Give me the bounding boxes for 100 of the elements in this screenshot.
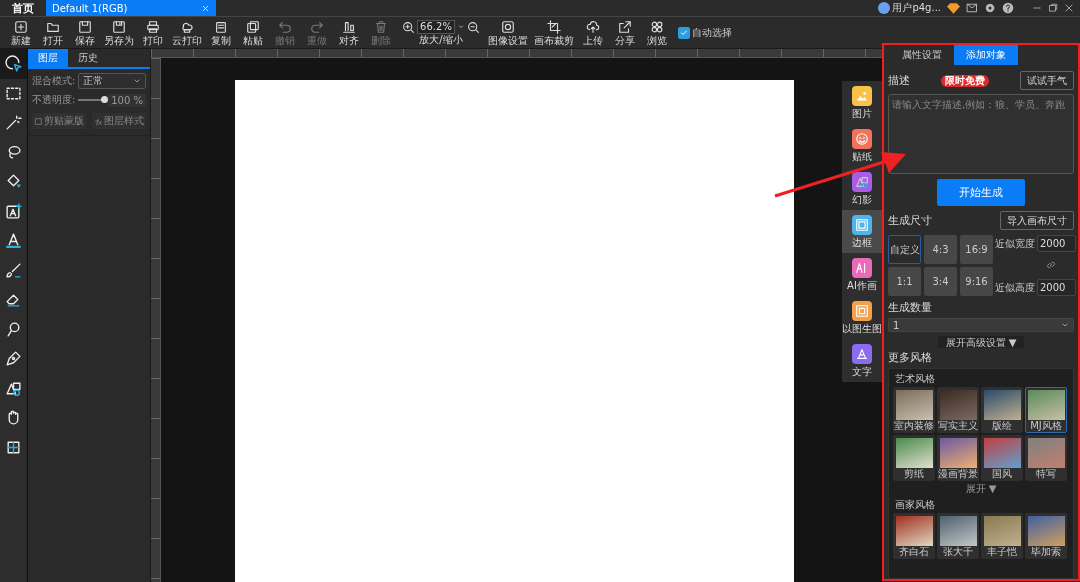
ratio-option[interactable]: 16:9	[960, 235, 993, 264]
style-option[interactable]: 毕加索	[1025, 513, 1067, 559]
generate-button[interactable]: 开始生成	[937, 179, 1025, 206]
style-option[interactable]: 漫画背景	[937, 435, 979, 481]
redo-icon	[310, 19, 324, 34]
zoom-out-icon[interactable]	[467, 20, 480, 34]
tool-button[interactable]	[0, 49, 27, 79]
paste-icon	[246, 19, 260, 34]
panel-tab[interactable]: 属性设置	[890, 45, 954, 65]
chevron-down-icon	[133, 77, 141, 85]
toolbar-button[interactable]: 云打印	[170, 19, 204, 46]
style-option[interactable]: 特写	[1025, 435, 1067, 481]
style-option[interactable]: 丰子恺	[981, 513, 1023, 559]
insert-item[interactable]: 贴纸	[842, 124, 882, 167]
count-label: 生成数量	[888, 300, 933, 315]
ratio-option[interactable]: 4:3	[924, 235, 957, 264]
close-icon[interactable]	[1064, 3, 1074, 13]
toolbar-button[interactable]: 打开	[38, 19, 68, 46]
style-option[interactable]: 张大千	[937, 513, 979, 559]
panel-tab[interactable]: 历史	[68, 49, 108, 67]
photo-placeholder	[1027, 516, 1065, 546]
height-field[interactable]: 2000	[1037, 279, 1076, 296]
zoom-field[interactable]: 66.2%	[417, 20, 455, 34]
style-option[interactable]: MJ风格	[1025, 387, 1067, 433]
import-size-button[interactable]: 导入画布尺寸	[1000, 211, 1074, 230]
mail-icon[interactable]	[966, 2, 978, 14]
photo-placeholder	[1027, 438, 1065, 468]
zoom-in-icon[interactable]	[402, 20, 415, 34]
toolbar-button[interactable]: 粘贴	[238, 19, 268, 46]
blend-mode-label: 混合模式:	[32, 74, 76, 88]
insert-item[interactable]: AI作画	[842, 253, 882, 296]
style-option[interactable]: 版绘	[981, 387, 1023, 433]
opacity-label: 不透明度:	[32, 93, 76, 107]
user-name[interactable]: 用户p4g...	[892, 1, 941, 15]
slider-thumb[interactable]	[101, 96, 109, 103]
photo-placeholder	[983, 516, 1021, 546]
width-field[interactable]: 2000	[1037, 235, 1076, 252]
ratio-option[interactable]: 1:1	[888, 267, 921, 296]
blend-mode-dropdown[interactable]: 正常	[78, 73, 146, 89]
diamond-icon[interactable]	[947, 2, 960, 14]
crop-icon	[547, 19, 561, 34]
photo-placeholder	[983, 438, 1021, 468]
avatar-icon[interactable]	[878, 2, 891, 14]
toolbar-button[interactable]: 复制	[206, 19, 236, 46]
auto-select-label: 自动选择	[692, 25, 732, 40]
save-icon	[78, 19, 92, 34]
insert-item[interactable]: 图片	[842, 81, 882, 124]
style-option[interactable]: 剪纸	[893, 435, 935, 481]
expand-button[interactable]: 展开 ▼	[965, 482, 997, 496]
photo-placeholder	[939, 516, 977, 546]
caret-icon[interactable]	[457, 23, 465, 31]
insert-item[interactable]: 幻影	[842, 167, 882, 210]
style-option[interactable]: 齐白石	[893, 513, 935, 559]
insert-item[interactable]: 以图生图	[842, 296, 882, 339]
ratio-option[interactable]: 3:4	[924, 267, 957, 296]
free-badge: 限时免费	[941, 74, 989, 87]
toolbar-button[interactable]: 画布裁剪	[532, 19, 576, 46]
ratio-option[interactable]: 自定义	[888, 235, 921, 264]
insert-item[interactable]: 文字	[842, 339, 882, 382]
style-option[interactable]: 室内装修	[893, 387, 935, 433]
toolbar-button[interactable]: 上传	[578, 19, 608, 46]
toolbar-button[interactable]: 分享	[610, 19, 640, 46]
ratio-option[interactable]: 9:16	[960, 267, 993, 296]
toolbar-button[interactable]: 浏览	[642, 19, 672, 46]
restore-icon[interactable]	[1048, 3, 1058, 13]
image-settings-icon	[501, 19, 515, 34]
toolbar-button[interactable]: 图像设置	[486, 19, 530, 46]
text-icon	[5, 232, 22, 250]
document-tab[interactable]: Default 1(RGB)	[46, 0, 216, 16]
style-group-title: 画家风格	[894, 498, 936, 512]
advanced-settings-button[interactable]: 展开高级设置 ▼	[937, 336, 1025, 348]
prompt-field[interactable]: 请输入文字描述,例如：狼、学员、奔跑	[888, 94, 1074, 174]
photo-placeholder	[1027, 390, 1065, 420]
close-icon[interactable]	[201, 3, 210, 13]
toolbar-button[interactable]: 另存为	[102, 19, 136, 46]
panel-tab[interactable]: 添加对象	[954, 45, 1018, 65]
count-dropdown[interactable]: 1	[888, 318, 1074, 332]
text-add-icon	[5, 202, 22, 220]
smudge-icon	[5, 320, 22, 338]
photo-placeholder	[895, 438, 933, 468]
style-option[interactable]: 写实主义	[937, 387, 979, 433]
insert-item[interactable]: 边框	[842, 210, 882, 253]
link-icon[interactable]	[1044, 259, 1057, 271]
description-label: 描述	[888, 73, 910, 88]
toolbar-button[interactable]: 对齐	[334, 19, 364, 46]
style-option[interactable]: 国风	[981, 435, 1023, 481]
align-icon	[342, 19, 356, 34]
size-label: 生成尺寸	[888, 213, 932, 228]
home-tab[interactable]: 首页	[0, 0, 46, 16]
panel-tab[interactable]: 图层	[28, 49, 68, 67]
settings-icon[interactable]	[984, 2, 996, 14]
try-luck-button[interactable]: 试试手气	[1020, 71, 1074, 90]
auto-select-checkbox[interactable]	[678, 26, 690, 39]
toolbar-button[interactable]: 打印	[138, 19, 168, 46]
help-icon[interactable]	[1002, 2, 1014, 14]
toolbar-button[interactable]: 保存	[70, 19, 100, 46]
photo-placeholder	[983, 390, 1021, 420]
trash-icon	[374, 19, 388, 34]
toolbar-button[interactable]: 新建	[6, 19, 36, 46]
width-label: 近似宽度	[995, 236, 1035, 251]
